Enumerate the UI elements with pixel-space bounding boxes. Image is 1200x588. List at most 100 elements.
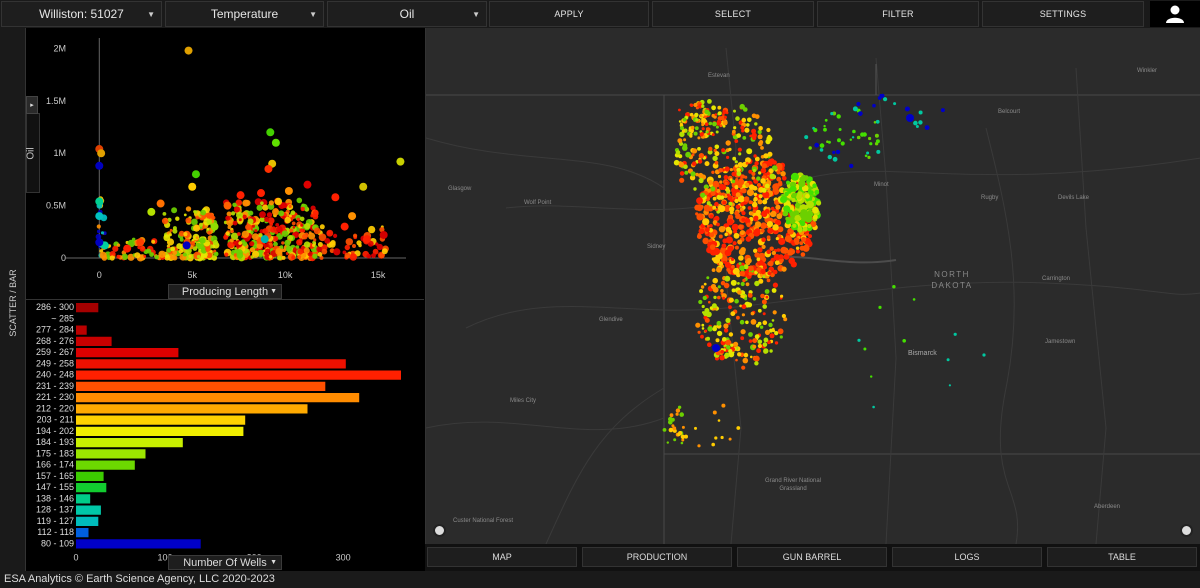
well-marker[interactable] xyxy=(698,228,705,235)
histogram-bar[interactable] xyxy=(76,449,146,459)
well-marker[interactable] xyxy=(706,336,710,341)
scatter-point[interactable] xyxy=(348,212,357,221)
scatter-point[interactable] xyxy=(231,211,236,216)
scatter-point[interactable] xyxy=(112,245,119,252)
well-marker[interactable] xyxy=(762,342,768,347)
well-marker[interactable] xyxy=(752,356,758,361)
scatter-point[interactable] xyxy=(237,232,241,236)
scatter-point[interactable] xyxy=(297,248,304,255)
well-marker[interactable] xyxy=(800,220,806,227)
well-marker[interactable] xyxy=(872,103,876,108)
well-marker[interactable] xyxy=(948,384,952,387)
well-marker[interactable] xyxy=(722,113,725,116)
well-marker[interactable] xyxy=(737,162,744,168)
well-marker[interactable] xyxy=(736,133,741,138)
well-marker[interactable] xyxy=(691,148,698,154)
well-marker[interactable] xyxy=(814,189,820,195)
scatter-point[interactable] xyxy=(316,246,323,253)
well-marker[interactable] xyxy=(748,332,753,337)
scatter-point[interactable] xyxy=(199,222,203,227)
well-marker[interactable] xyxy=(696,234,702,239)
well-marker[interactable] xyxy=(762,304,767,309)
scatter-point[interactable] xyxy=(212,239,219,246)
scatter-point[interactable] xyxy=(396,157,405,166)
scatter-point[interactable] xyxy=(199,237,206,244)
well-marker[interactable] xyxy=(723,115,727,119)
scatter-point[interactable] xyxy=(262,228,269,235)
scatter-point[interactable] xyxy=(205,246,211,252)
well-marker[interactable] xyxy=(761,187,767,193)
well-marker[interactable] xyxy=(704,109,710,115)
scatter-point[interactable] xyxy=(303,247,310,254)
well-marker[interactable] xyxy=(761,210,768,217)
well-marker[interactable] xyxy=(694,426,697,430)
scatter-point[interactable] xyxy=(236,191,245,200)
well-marker[interactable] xyxy=(752,169,756,173)
well-marker[interactable] xyxy=(750,319,757,325)
well-marker[interactable] xyxy=(868,136,872,141)
well-marker[interactable] xyxy=(776,176,782,182)
well-marker[interactable] xyxy=(728,437,732,441)
well-marker[interactable] xyxy=(720,349,725,354)
well-marker[interactable] xyxy=(748,271,753,276)
well-marker[interactable] xyxy=(704,329,708,333)
well-marker[interactable] xyxy=(830,112,834,116)
scatter-point[interactable] xyxy=(225,231,230,236)
scatter-point[interactable] xyxy=(251,233,259,241)
well-marker[interactable] xyxy=(760,222,767,229)
well-marker[interactable] xyxy=(730,279,737,286)
histogram-bar[interactable] xyxy=(76,303,99,313)
scatter-point[interactable] xyxy=(123,244,132,253)
histogram-bar[interactable] xyxy=(76,539,201,549)
well-marker[interactable] xyxy=(766,221,773,228)
well-marker[interactable] xyxy=(835,149,841,155)
scatter-point[interactable] xyxy=(158,250,166,258)
scatter-point[interactable] xyxy=(358,243,362,248)
scatter-point[interactable] xyxy=(319,224,325,230)
well-marker[interactable] xyxy=(726,190,730,194)
well-marker[interactable] xyxy=(808,234,812,239)
well-marker[interactable] xyxy=(740,281,745,287)
well-marker[interactable] xyxy=(741,313,745,317)
well-marker[interactable] xyxy=(722,337,727,342)
well-marker[interactable] xyxy=(724,249,732,257)
well-marker[interactable] xyxy=(752,338,758,344)
scatter-point[interactable] xyxy=(291,255,296,260)
tab-production[interactable]: PRODUCTION xyxy=(582,547,732,567)
scatter-point[interactable] xyxy=(304,222,311,230)
well-marker[interactable] xyxy=(766,235,771,240)
histogram-x-axis-select[interactable]: Number Of Wells ▼ xyxy=(168,555,282,570)
well-marker[interactable] xyxy=(707,206,714,212)
well-marker[interactable] xyxy=(727,218,734,226)
well-marker[interactable] xyxy=(754,122,758,126)
scatter-point[interactable] xyxy=(312,243,316,247)
well-marker[interactable] xyxy=(764,289,770,294)
scatter-point[interactable] xyxy=(259,211,266,219)
well-marker[interactable] xyxy=(748,339,753,343)
scatter-point[interactable] xyxy=(229,238,234,243)
well-marker[interactable] xyxy=(723,175,729,180)
well-marker[interactable] xyxy=(666,441,669,444)
well-marker[interactable] xyxy=(761,244,766,249)
color-by-select[interactable]: Temperature ▼ xyxy=(165,1,324,27)
well-marker[interactable] xyxy=(756,176,761,181)
scatter-point[interactable] xyxy=(131,237,136,242)
scatter-point[interactable] xyxy=(97,149,106,158)
well-marker[interactable] xyxy=(763,337,769,343)
scatter-point[interactable] xyxy=(236,211,243,219)
well-marker[interactable] xyxy=(736,426,741,430)
scatter-point[interactable] xyxy=(297,255,302,260)
well-marker[interactable] xyxy=(791,197,796,203)
well-marker[interactable] xyxy=(708,121,713,126)
well-marker[interactable] xyxy=(761,163,768,169)
well-marker[interactable] xyxy=(728,201,733,206)
scatter-point[interactable] xyxy=(178,248,184,254)
well-marker[interactable] xyxy=(698,153,705,159)
well-marker[interactable] xyxy=(733,126,737,130)
well-marker[interactable] xyxy=(701,304,705,309)
well-marker[interactable] xyxy=(668,427,674,433)
well-marker[interactable] xyxy=(745,161,749,165)
well-marker[interactable] xyxy=(771,288,777,293)
well-marker[interactable] xyxy=(772,269,778,275)
scatter-x-axis-select[interactable]: Producing Length ▼ xyxy=(168,284,282,299)
